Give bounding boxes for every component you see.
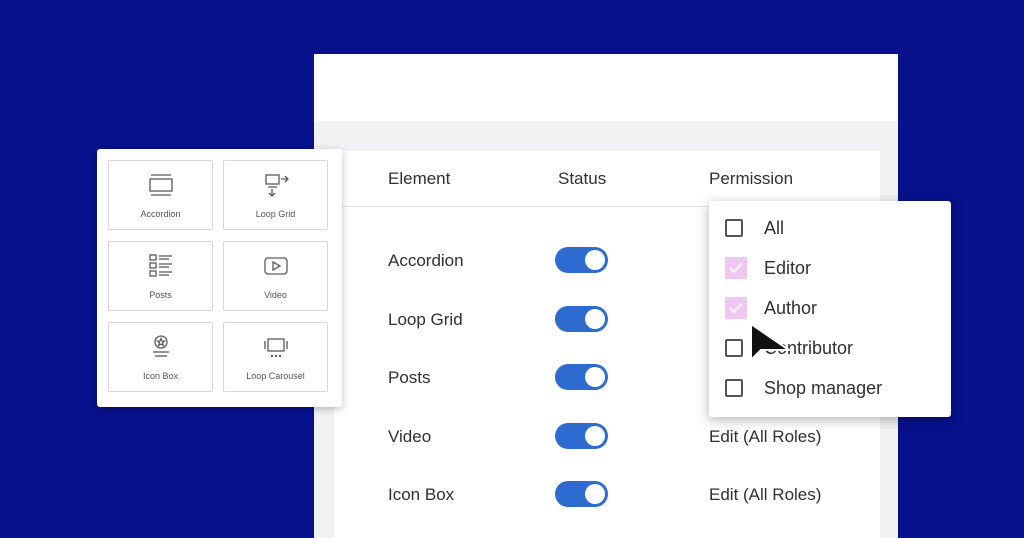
status-toggle[interactable] bbox=[555, 423, 608, 449]
widget-posts[interactable]: Posts bbox=[108, 241, 213, 311]
checkbox[interactable] bbox=[725, 257, 747, 279]
mouse-cursor-icon bbox=[750, 323, 790, 361]
widget-label: Posts bbox=[149, 290, 172, 300]
panel-topbar bbox=[314, 54, 898, 121]
checkbox[interactable] bbox=[725, 339, 743, 357]
table-header: Element Status Permission bbox=[334, 151, 880, 207]
column-header-permission: Permission bbox=[709, 169, 794, 188]
widget-panel: Accordion Loop Grid Posts Video Icon Box… bbox=[97, 149, 342, 407]
status-toggle[interactable] bbox=[555, 364, 608, 390]
element-name: Icon Box bbox=[388, 485, 455, 504]
checkbox[interactable] bbox=[725, 379, 743, 397]
table-row: Video Edit (All Roles) bbox=[334, 419, 880, 459]
table-row: Icon Box Edit (All Roles) bbox=[334, 477, 880, 517]
check-icon bbox=[729, 262, 743, 274]
permission-value[interactable]: Edit (All Roles) bbox=[709, 485, 821, 505]
status-toggle[interactable] bbox=[555, 306, 608, 332]
toggle-knob bbox=[585, 250, 605, 270]
widget-video[interactable]: Video bbox=[223, 241, 328, 311]
widget-loop-carousel[interactable]: Loop Carousel bbox=[223, 322, 328, 392]
column-header-element: Element bbox=[388, 169, 451, 188]
widget-label: Icon Box bbox=[142, 371, 179, 381]
permission-value[interactable]: Edit (All Roles) bbox=[709, 427, 821, 447]
accordion-icon bbox=[148, 174, 173, 196]
element-name: Loop Grid bbox=[388, 310, 463, 329]
toggle-knob bbox=[585, 484, 605, 504]
option-label: Editor bbox=[764, 258, 812, 278]
permission-option-editor[interactable]: Editor bbox=[725, 255, 945, 285]
element-name: Posts bbox=[388, 368, 431, 387]
toggle-knob bbox=[585, 367, 605, 387]
widget-label: Video bbox=[264, 290, 287, 300]
column-header-status: Status bbox=[558, 169, 607, 188]
checkbox[interactable] bbox=[725, 219, 743, 237]
widget-icon-box[interactable]: Icon Box bbox=[108, 322, 213, 392]
widget-label: Loop Grid bbox=[255, 209, 296, 219]
loop-grid-icon bbox=[264, 174, 289, 197]
status-toggle[interactable] bbox=[555, 481, 608, 507]
posts-icon bbox=[148, 254, 172, 277]
option-label: Author bbox=[764, 298, 818, 318]
checkbox[interactable] bbox=[725, 297, 747, 319]
widget-label: Loop Carousel bbox=[246, 371, 305, 381]
option-label: Shop manager bbox=[764, 378, 883, 398]
permission-option-author[interactable]: Author bbox=[725, 295, 945, 325]
icon-box-icon bbox=[152, 335, 169, 357]
element-name: Accordion bbox=[388, 251, 464, 270]
toggle-knob bbox=[585, 426, 605, 446]
permission-option-all[interactable]: All bbox=[725, 215, 945, 245]
widget-label: Accordion bbox=[140, 209, 181, 219]
status-toggle[interactable] bbox=[555, 247, 608, 273]
widget-accordion[interactable]: Accordion bbox=[108, 160, 213, 230]
element-name: Video bbox=[388, 427, 432, 446]
permission-dropdown: All Editor Author Contributor Shop manag… bbox=[709, 201, 951, 417]
video-icon bbox=[263, 257, 288, 275]
check-icon bbox=[729, 302, 743, 314]
option-label: All bbox=[764, 218, 785, 238]
toggle-knob bbox=[585, 309, 605, 329]
permission-option-shop-manager[interactable]: Shop manager bbox=[725, 375, 945, 405]
widget-loop-grid[interactable]: Loop Grid bbox=[223, 160, 328, 230]
loop-carousel-icon bbox=[263, 338, 288, 358]
